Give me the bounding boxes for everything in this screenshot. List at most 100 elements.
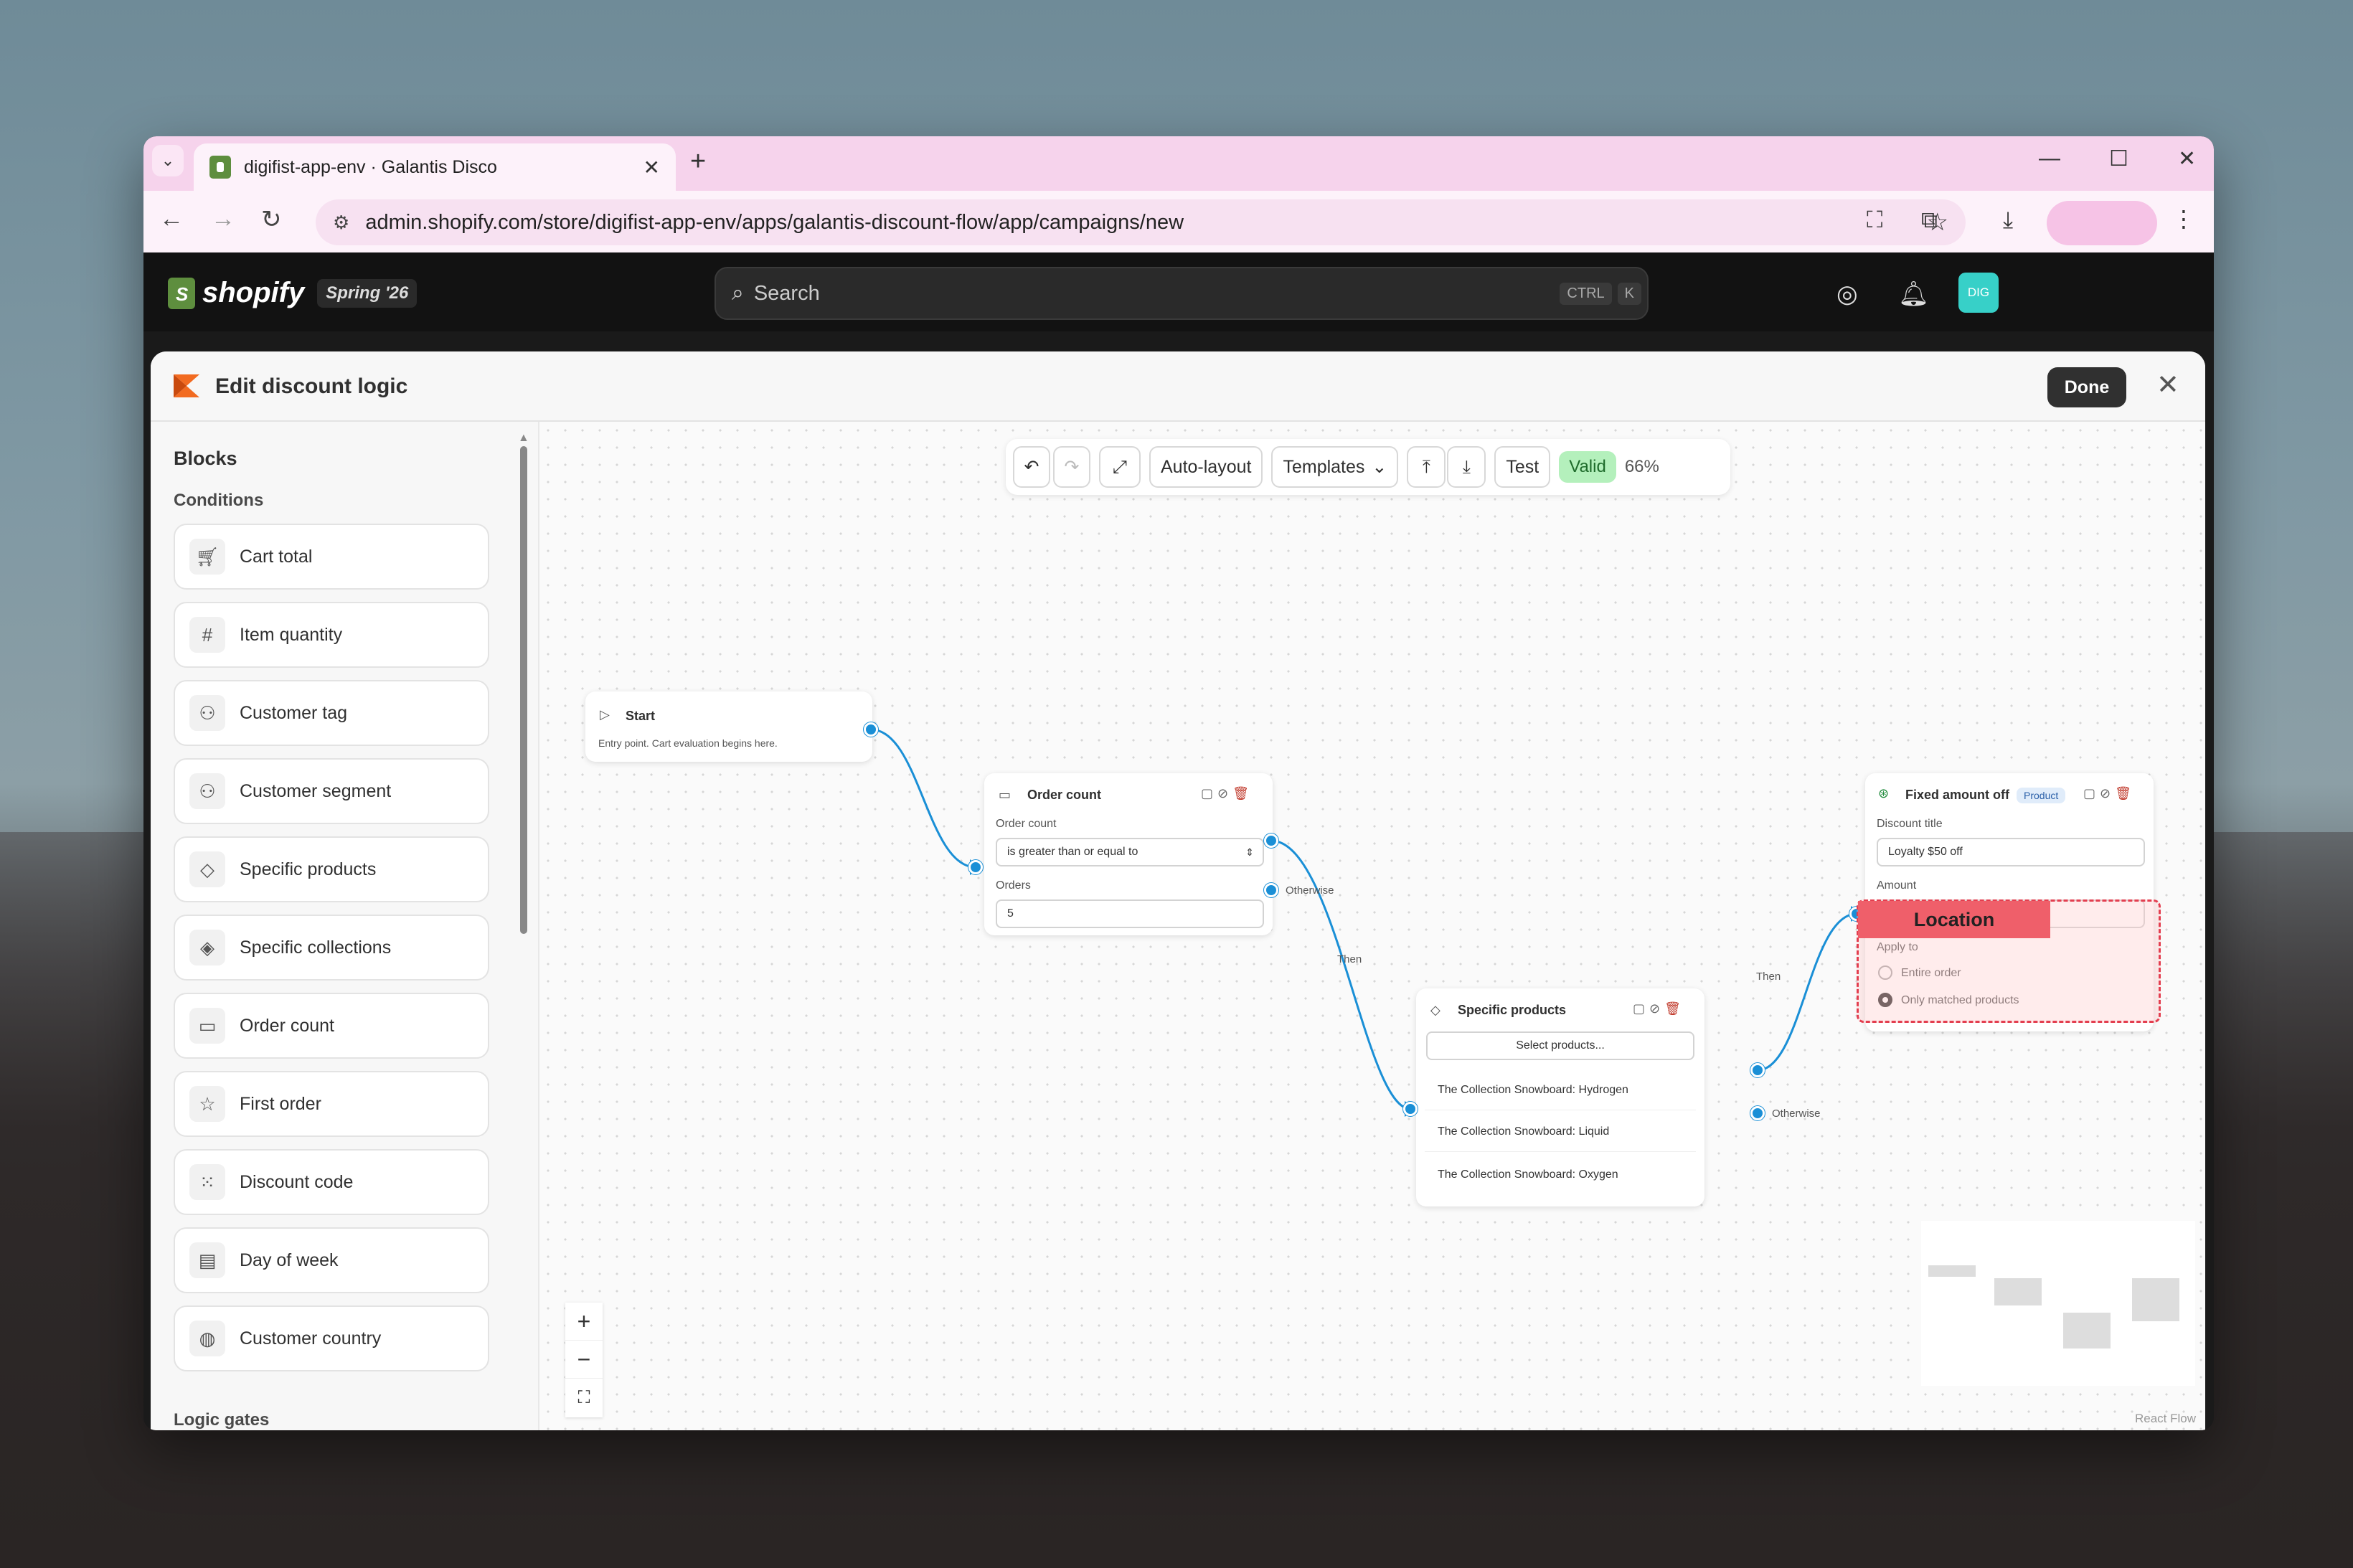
maximize-icon[interactable]: ☐ — [2109, 146, 2128, 171]
close-icon[interactable]: ✕ — [2156, 369, 2179, 401]
order-count-then-handle[interactable] — [1264, 833, 1278, 848]
node-title: Fixed amount off Product — [1905, 788, 2066, 803]
note-icon[interactable]: ▢ — [1201, 786, 1217, 800]
list-item[interactable]: The Collection Snowboard: Hydrogen — [1425, 1070, 1696, 1110]
sidebar-scrollbar[interactable]: ▲ — [518, 432, 529, 948]
minimize-icon[interactable]: — — [2039, 146, 2060, 171]
search-icon: ⌕ — [732, 281, 744, 305]
browser-menu-icon[interactable]: ⋮ — [2172, 205, 2195, 232]
delete-icon[interactable]: 🗑︎ — [1232, 786, 1253, 800]
shopify-favicon-icon — [209, 156, 231, 179]
tab-title: digifist-app-env · Galantis Disco — [244, 156, 497, 177]
block-customer-country[interactable]: ◍ Customer country — [174, 1305, 489, 1371]
collection-icon: ◈ — [189, 930, 225, 965]
node-order-count[interactable]: ▭ Order count ▢⊘🗑︎ Order count is greate… — [984, 773, 1273, 935]
products-then-handle[interactable] — [1750, 1063, 1765, 1077]
start-output-handle[interactable] — [864, 722, 878, 737]
edge-products-fixed[interactable] — [1757, 912, 1857, 1072]
select-products-button[interactable]: Select products... — [1426, 1031, 1694, 1060]
sidebar-section-logic-gates: Logic gates — [174, 1410, 270, 1430]
orders-input[interactable]: 5 — [996, 899, 1264, 928]
products-otherwise-handle[interactable] — [1750, 1106, 1765, 1120]
shopify-logo[interactable]: shopify Spring '26 — [168, 277, 418, 309]
block-label: Discount code — [240, 1171, 354, 1192]
order-count-otherwise-handle[interactable] — [1264, 883, 1278, 897]
operator-value: is greater than or equal to — [1007, 846, 1138, 858]
block-label: First order — [240, 1093, 321, 1114]
reload-icon[interactable]: ↻ — [261, 205, 282, 234]
list-item[interactable]: The Collection Snowboard: Liquid — [1425, 1112, 1696, 1152]
disable-icon[interactable]: ⊘ — [1217, 786, 1232, 800]
sidebar-section-conditions: Conditions — [174, 491, 264, 510]
list-item[interactable]: The Collection Snowboard: Oxygen — [1425, 1155, 1696, 1195]
address-bar-row: ← → ↻ ⚙ admin.shopify.com/store/digifist… — [143, 191, 2214, 252]
edge-label-then: Then — [1337, 953, 1362, 965]
react-flow-attribution[interactable]: React Flow — [2135, 1412, 2196, 1426]
delete-icon[interactable]: 🗑︎ — [1664, 1001, 1685, 1016]
products-input-handle[interactable] — [1403, 1102, 1418, 1116]
tag-icon: ◇ — [189, 851, 225, 887]
block-order-count[interactable]: ▭ Order count — [174, 993, 489, 1059]
zoom-in-icon[interactable]: + — [565, 1303, 603, 1341]
browser-tab[interactable]: digifist-app-env · Galantis Disco ✕ — [194, 143, 676, 191]
flow-canvas[interactable]: ↶ ↷ ⤢ Auto-layout Templates ⌄ ⤒ ⤓ Test V… — [539, 422, 2205, 1430]
scroll-up-icon[interactable]: ▲ — [518, 432, 529, 445]
block-customer-tag[interactable]: ⚇ Customer tag — [174, 680, 489, 746]
note-icon[interactable]: ▢ — [1633, 1001, 1649, 1016]
screenshot-icon[interactable]: ⛶ — [1867, 207, 1882, 234]
order-count-input-handle[interactable] — [968, 860, 983, 874]
back-icon[interactable]: ← — [159, 205, 184, 233]
profile-button[interactable] — [2047, 201, 2157, 245]
block-discount-code[interactable]: ⁙ Discount code — [174, 1149, 489, 1215]
edge-start-order[interactable] — [870, 728, 976, 869]
block-first-order[interactable]: ☆ First order — [174, 1071, 489, 1137]
new-tab-button[interactable]: + — [690, 146, 706, 177]
notifications-bell-icon[interactable]: 🔔︎ — [1898, 280, 1929, 308]
node-start[interactable]: ▷ Start Entry point. Cart evaluation beg… — [585, 691, 872, 762]
zoom-controls: + − ⛶ — [565, 1303, 603, 1417]
omnibox[interactable]: ⚙ admin.shopify.com/store/digifist-app-e… — [316, 199, 1966, 245]
tab-list-button[interactable]: ⌄ — [152, 145, 184, 176]
block-item-quantity[interactable]: # Item quantity — [174, 602, 489, 668]
field-label: Orders — [996, 879, 1031, 892]
block-label: Customer country — [240, 1328, 382, 1349]
note-icon[interactable]: ▢ — [2083, 786, 2100, 800]
avatar[interactable]: DIG — [1958, 273, 1999, 313]
sidekick-icon[interactable]: ◎ — [1836, 280, 1858, 308]
block-specific-products[interactable]: ◇ Specific products — [174, 836, 489, 902]
cart-icon: 🛒︎ — [189, 539, 225, 575]
tab-close-icon[interactable]: ✕ — [643, 156, 660, 179]
block-specific-collections[interactable]: ◈ Specific collections — [174, 915, 489, 981]
download-icon[interactable]: ⤓ — [2003, 207, 2013, 234]
edge-label-then: Then — [1756, 970, 1781, 983]
block-cart-total[interactable]: 🛒︎ Cart total — [174, 524, 489, 590]
disable-icon[interactable]: ⊘ — [2100, 786, 2115, 800]
node-specific-products[interactable]: ◇ Specific products ▢⊘🗑︎ Select products… — [1416, 988, 1704, 1206]
search-input[interactable]: ⌕ Search CTRL K — [715, 267, 1649, 320]
zoom-out-icon[interactable]: − — [565, 1341, 603, 1379]
node-title: Order count — [1027, 788, 1102, 802]
done-button[interactable]: Done — [2047, 367, 2126, 407]
edge-order-products[interactable] — [1270, 839, 1411, 1110]
operator-select[interactable]: is greater than or equal to ⇕ — [996, 838, 1264, 866]
minimap[interactable] — [1921, 1221, 2195, 1386]
node-title: Specific products — [1458, 1003, 1567, 1017]
extensions-icon[interactable]: ⧉ — [1921, 207, 1938, 234]
url-text: admin.shopify.com/store/digifist-app-env… — [365, 210, 1184, 234]
disable-icon[interactable]: ⊘ — [1649, 1001, 1664, 1016]
fit-screen-icon[interactable]: ⛶ — [565, 1379, 603, 1417]
block-customer-segment[interactable]: ⚇ Customer segment — [174, 758, 489, 824]
inbox-icon: ▭ — [999, 788, 1012, 802]
discount-title-input[interactable]: Loyalty $50 off — [1877, 838, 2145, 866]
minimap-node — [2063, 1313, 2111, 1349]
code-icon: ⁙ — [189, 1164, 225, 1200]
forward-icon[interactable]: → — [211, 205, 235, 233]
delete-icon[interactable]: 🗑︎ — [2115, 786, 2136, 800]
site-info-icon[interactable]: ⚙ — [333, 212, 349, 234]
close-window-icon[interactable]: ✕ — [2178, 146, 2196, 171]
block-day-of-week[interactable]: ▤ Day of week — [174, 1227, 489, 1293]
scrollbar-thumb[interactable] — [520, 446, 527, 934]
app-logo-icon — [174, 374, 199, 397]
block-label: Customer segment — [240, 780, 392, 801]
block-label: Specific products — [240, 859, 377, 879]
